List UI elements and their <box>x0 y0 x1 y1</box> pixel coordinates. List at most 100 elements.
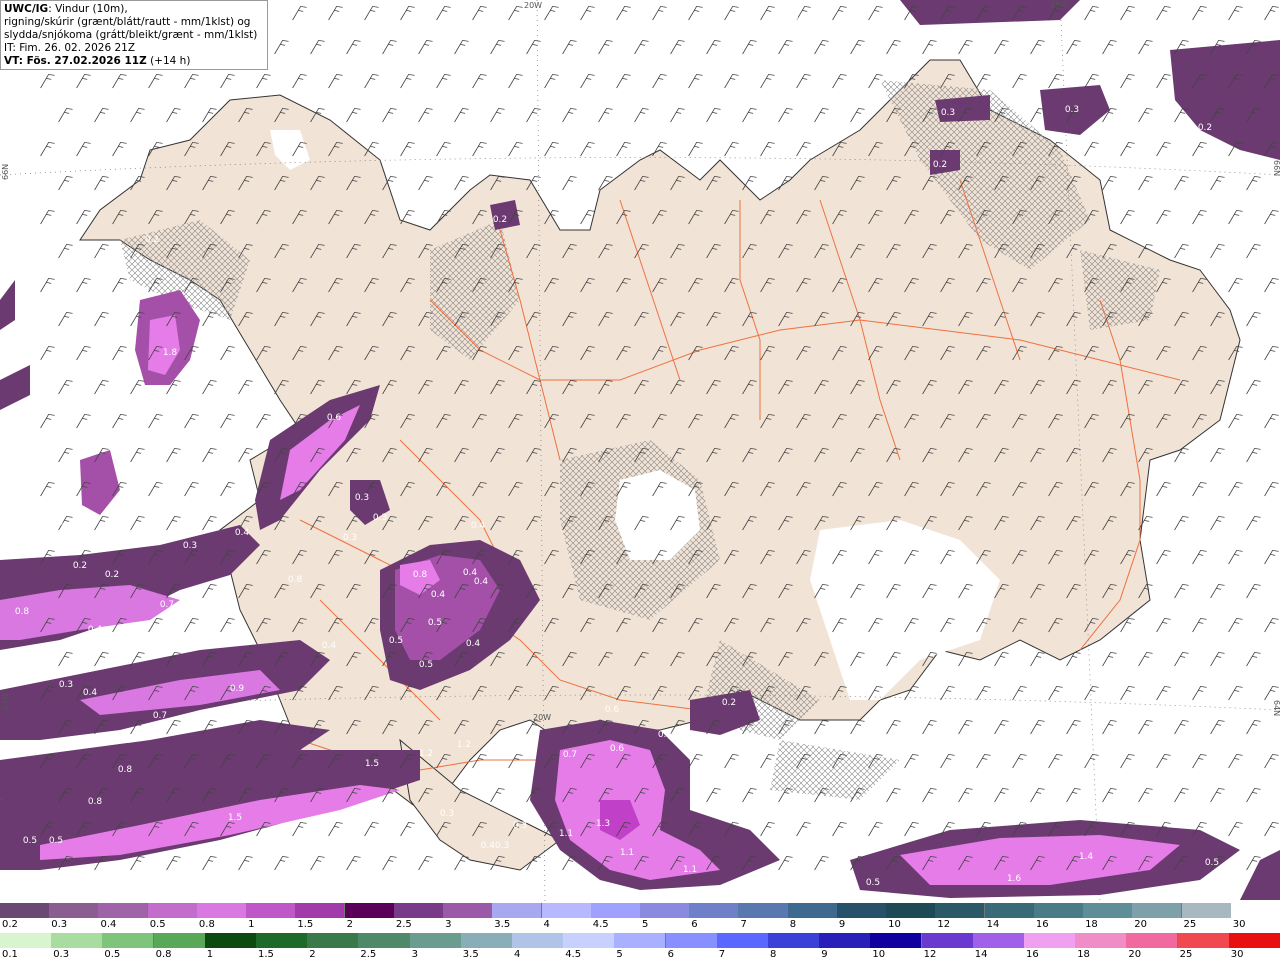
precip-value-label: 0.4 <box>471 521 486 531</box>
precip-value-label: 1.5 <box>228 813 242 823</box>
precip-value-label: 0.8 <box>88 797 103 807</box>
legend-rain-label: 16 <box>1026 949 1039 960</box>
precip-value-label: 0.3 <box>373 513 387 523</box>
precip-value-label: 0.3 <box>440 809 454 819</box>
precip-value-label: 0.4 <box>474 577 489 587</box>
precip-value-label: 1.3 <box>596 819 610 829</box>
legend-snow-label: 25 <box>1183 919 1197 930</box>
legend-snow-swatch <box>836 903 887 918</box>
precip-value-label: 0.7 <box>563 750 577 760</box>
legend-snow-label: 0.8 <box>198 919 215 930</box>
legend-snow-label: 2.5 <box>395 919 412 930</box>
legend-snow-label: 1 <box>248 919 255 930</box>
legend-rain-swatch <box>102 933 155 948</box>
legend-snow-label: 18 <box>1085 919 1098 930</box>
legend-rain-label: 30 <box>1230 949 1244 960</box>
legend-rain-label: 3 <box>411 949 418 960</box>
precip-value-label: 0.7 <box>153 711 167 721</box>
init-time: IT: Fim. 26. 02. 2026 21Z <box>4 42 136 54</box>
legend-rain-label: 5 <box>616 949 623 960</box>
legend-snow-label: 9 <box>838 919 846 930</box>
precip-value-label: 0.3 <box>36 358 50 368</box>
legend-snow-swatch <box>1230 903 1280 918</box>
legend-snow-swatch <box>984 903 1035 918</box>
precip-value-label: 0.6 <box>605 705 620 715</box>
precip-value-label: 1.1 <box>620 848 634 858</box>
legend-snow-label: 1.5 <box>297 919 314 930</box>
legend-rain-swatch <box>1024 933 1076 948</box>
precip-value-label: 1.4 <box>468 891 483 901</box>
legend-snow-label: 14 <box>986 919 1000 930</box>
legend-snow-swatch <box>443 903 494 918</box>
legend-rain-swatch <box>819 933 872 948</box>
precip-value-label: 0.4 <box>83 688 98 698</box>
legend-snow-label: 6 <box>691 919 698 930</box>
precip-value-label: 0.3 <box>941 108 955 118</box>
precip-value-label: 1.4 <box>1079 852 1094 862</box>
legend-rain-swatch <box>153 933 206 948</box>
precip-value-label: 0.6 <box>610 744 625 754</box>
legend-snow-swatch <box>541 903 592 918</box>
lat-label-64n-right: 64N <box>1272 700 1280 716</box>
precip-value-label: 0.2 <box>793 13 807 23</box>
precip-value-label: 0.4 <box>88 625 103 635</box>
precip-value-label: 0.3 <box>59 680 73 690</box>
legend-rain-label: 0.1 <box>2 949 18 960</box>
legend-rain-swatch <box>409 933 462 948</box>
precip-value-label: 0.5 <box>1205 858 1219 868</box>
legend-rain-swatch <box>1075 933 1128 948</box>
legend-rain-swatch <box>307 933 360 948</box>
precip-value-label: 0.5 <box>49 836 63 846</box>
precip-value-label: 0.2 <box>73 561 87 571</box>
legend-snow-label: 4 <box>543 919 550 930</box>
legend-snow-swatch <box>295 903 346 918</box>
legend-rain-swatch <box>0 933 52 948</box>
legend-snow-label: 5 <box>642 919 649 930</box>
legend-snow-label: 3.5 <box>494 919 511 930</box>
precip-value-label: 0.5 <box>23 836 37 846</box>
legend-snow-label: 0.2 <box>2 919 18 930</box>
precip-value-label: 0.4 <box>431 590 446 600</box>
legend-snow-swatch <box>98 903 149 918</box>
precip-value-label: 0.3 <box>343 533 357 543</box>
legend-snow-label: 7 <box>740 919 747 930</box>
legend-rain-swatch <box>870 933 923 948</box>
precip-value-label: 0.9 <box>230 684 245 694</box>
legend-snow-swatch <box>344 903 395 918</box>
legend-rain-labels: 0.1 0.3 0.5 0.8 1 1.5 2 2.5 3 3.5 4 4.5 5 6 7 8 9 10 12 14 1… <box>0 949 1280 963</box>
precip-value-label: 0.2 <box>933 160 947 170</box>
legend-snow-swatch <box>935 903 986 918</box>
legend-rain-label: 14 <box>974 949 988 960</box>
title-text: : Vindur (10m), <box>48 3 128 15</box>
legend-rain-label: 7 <box>718 949 726 960</box>
precip-value-label: 1.8 <box>163 348 178 358</box>
legend-rain-swatch <box>1228 933 1280 948</box>
legend-rain-label: 4 <box>514 949 521 960</box>
legend-snow-swatch <box>787 903 838 918</box>
legend-rain-swatch <box>665 933 718 948</box>
legend-rain-swatch <box>972 933 1025 948</box>
precip-value-label: 0.3 <box>240 480 254 490</box>
precip-value-label: 0.3 <box>658 730 672 740</box>
legend-rain-swatch <box>768 933 820 948</box>
legend-rain-swatch <box>563 933 616 948</box>
legend-rain-label: 2.5 <box>360 949 377 960</box>
legend-snow-label: 16 <box>1035 919 1049 930</box>
legend-rain-label: 12 <box>923 949 937 960</box>
legend-rain-label: 10 <box>872 949 886 960</box>
info-box: UWC/IG: Vindur (10m), rigning/skúrir (gr… <box>0 0 268 70</box>
legend-rain-label: 8 <box>770 949 777 960</box>
legend-snow-swatch <box>886 903 937 918</box>
precip-value-label: 0.4 <box>235 528 250 538</box>
legend-rain-label: 6 <box>667 949 674 960</box>
valid-time: VT: Fös. 27.02.2026 11Z <box>4 55 147 67</box>
legend-snow-swatch <box>49 903 100 918</box>
precip-value-label: 0.8 <box>118 765 133 775</box>
lat-label-66n-right: 66N <box>1272 160 1280 176</box>
legend-rain-label: 20 <box>1128 949 1142 960</box>
legend-snow-swatch <box>1132 903 1183 918</box>
precip-value-label: 0.3 <box>717 811 731 821</box>
precip-value-label: 1.1 <box>559 829 573 839</box>
legend-snow-label: 4.5 <box>592 919 609 930</box>
legend-snow-label: 30 <box>1232 919 1246 930</box>
